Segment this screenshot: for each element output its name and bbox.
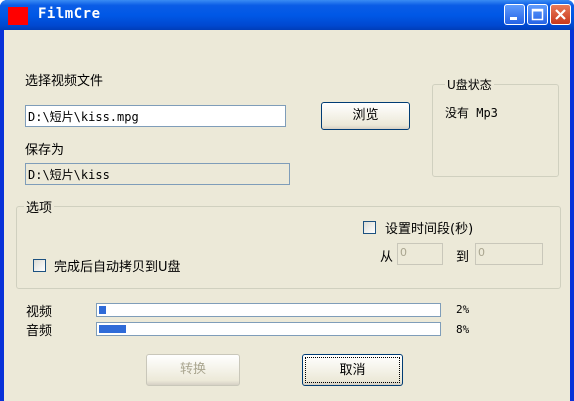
video-progress-bar [96, 303, 441, 317]
to-label: 到 [456, 250, 470, 265]
video-progress-fill [99, 306, 106, 314]
cancel-button[interactable]: 取消 [302, 354, 403, 386]
app-window: FilmCre 选择视频文件 D:\短片\kiss.mpg 浏览 保存为 D:\… [0, 0, 574, 401]
source-file-input[interactable]: D:\短片\kiss.mpg [25, 105, 286, 127]
to-input[interactable]: 0 [475, 243, 543, 265]
udisk-status-text: 没有 Mp3 [445, 106, 498, 120]
title-bar[interactable]: FilmCre [0, 0, 574, 30]
close-button[interactable] [550, 4, 571, 25]
save-as-label: 保存为 [25, 143, 65, 158]
client-area: 选择视频文件 D:\短片\kiss.mpg 浏览 保存为 D:\短片\kiss … [4, 30, 570, 401]
video-progress-text: 2% [456, 303, 470, 316]
cancel-button-label: 取消 [305, 357, 400, 383]
from-label: 从 [380, 250, 394, 265]
audio-progress-text: 8% [456, 323, 470, 336]
save-as-field: D:\短片\kiss [25, 163, 290, 185]
minimize-button[interactable] [504, 4, 525, 25]
source-file-label: 选择视频文件 [25, 74, 104, 89]
audio-progress-label: 音频 [26, 324, 53, 339]
window-title: FilmCre [38, 6, 101, 22]
maximize-button[interactable] [527, 4, 548, 25]
browse-button[interactable]: 浏览 [321, 102, 410, 130]
audio-progress-bar [96, 322, 441, 336]
minimize-icon [510, 17, 517, 20]
time-range-checkbox[interactable] [363, 221, 376, 234]
udisk-status-legend: U盘状态 [445, 76, 494, 93]
options-legend: 选项 [24, 197, 55, 216]
close-icon [555, 9, 566, 20]
audio-progress-fill [99, 325, 126, 333]
convert-button[interactable]: 转换 [146, 354, 240, 386]
app-icon [8, 7, 28, 25]
auto-copy-label: 完成后自动拷贝到U盘 [54, 260, 181, 275]
maximize-icon [531, 8, 544, 21]
from-input[interactable]: 0 [397, 243, 443, 265]
auto-copy-checkbox[interactable] [33, 259, 46, 272]
video-progress-label: 视频 [26, 305, 53, 320]
udisk-status-group [432, 84, 559, 177]
time-range-label: 设置时间段(秒) [385, 222, 474, 237]
